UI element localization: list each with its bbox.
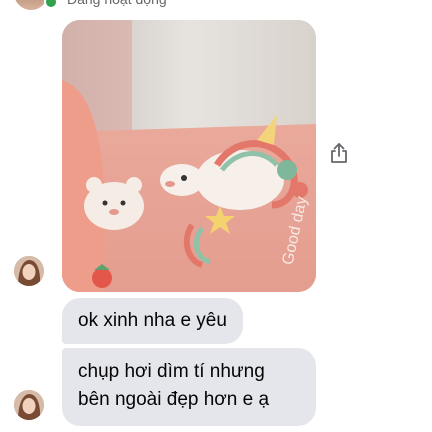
photo-content: Good day bbox=[62, 20, 316, 292]
message-bubble[interactable]: chụp hơi dìm tí nhưng bên ngoài đẹp hơn … bbox=[62, 348, 316, 426]
share-icon bbox=[331, 143, 347, 163]
online-status-dot bbox=[44, 0, 58, 9]
share-button[interactable] bbox=[326, 140, 352, 166]
message-text: ok xinh nha e yêu bbox=[78, 310, 227, 331]
message-text-line: bên ngoài đẹp hơn e ạ bbox=[78, 389, 270, 410]
avatar-image bbox=[14, 256, 44, 286]
chat-header: Đang hoạt động bbox=[0, 0, 432, 14]
avatar-image bbox=[14, 390, 44, 420]
message-bubble[interactable]: ok xinh nha e yêu bbox=[62, 298, 243, 344]
message-text-line: chụp hơi dìm tí nhưng bbox=[78, 361, 265, 382]
active-status-label: Đang hoạt động bbox=[67, 0, 167, 8]
sender-avatar[interactable] bbox=[14, 390, 44, 420]
sender-avatar[interactable] bbox=[14, 256, 44, 286]
contact-avatar[interactable] bbox=[14, 0, 48, 10]
photo-message[interactable]: Good day bbox=[62, 20, 316, 292]
chat-window: Đang hoạt động bbox=[0, 0, 432, 432]
